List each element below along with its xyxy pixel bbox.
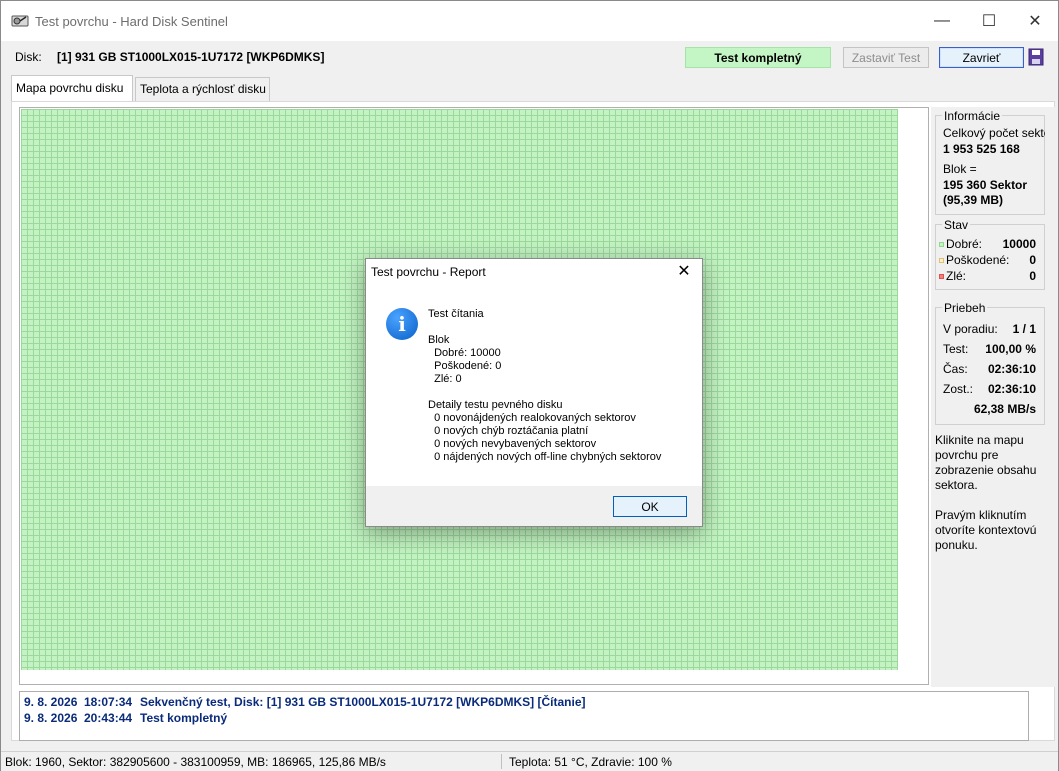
bad-value: 0 bbox=[1029, 269, 1036, 283]
stop-test-button[interactable]: Zastaviť Test bbox=[843, 47, 929, 68]
report-line: Blok bbox=[428, 334, 450, 346]
speed-value: 62,38 MB/s bbox=[973, 402, 1036, 416]
save-icon[interactable] bbox=[1028, 48, 1044, 66]
report-line: Dobré: 10000 bbox=[428, 347, 501, 359]
status-separator bbox=[501, 754, 502, 769]
maximize-button[interactable]: ☐ bbox=[965, 1, 1013, 41]
dialog-title: Test povrchu - Report bbox=[371, 265, 486, 279]
report-line: Test čítania bbox=[428, 308, 484, 320]
test-status-badge: Test kompletný bbox=[685, 47, 831, 68]
info-group: Informácie Celkový počet sektorov 1 953 … bbox=[935, 109, 1045, 215]
dialog-body: i Test čítania Blok Dobré: 10000 Poškode… bbox=[366, 289, 702, 486]
bad-marker-icon bbox=[939, 274, 944, 280]
damaged-legend: Poškodené: bbox=[939, 253, 1009, 267]
tab-temperature-speed[interactable]: Teplota a rýchlosť disku bbox=[135, 77, 270, 101]
progress-group-title: Priebeh bbox=[942, 301, 988, 315]
disk-label: Disk: bbox=[15, 50, 42, 64]
report-line: Zlé: 0 bbox=[428, 373, 462, 385]
log-entry: 9. 8. 2026 20:43:44 Test kompletný bbox=[24, 711, 228, 725]
maximize-icon: ☐ bbox=[981, 13, 997, 30]
remaining-label: Zost.: bbox=[943, 382, 974, 396]
time-value: 02:36:10 bbox=[987, 362, 1036, 376]
event-log[interactable]: 9. 8. 2026 18:07:34 Sekvenčný test, Disk: … bbox=[19, 691, 1029, 741]
test-value: 100,00 % bbox=[985, 342, 1036, 356]
close-button[interactable]: Zavrieť bbox=[939, 47, 1024, 68]
report-line: 0 novonájdených realokovaných sektorov bbox=[428, 412, 636, 424]
report-line: 0 nových chýb roztáčania platní bbox=[428, 425, 589, 437]
block-sectors: 195 360 Sektor bbox=[943, 178, 1028, 192]
order-value: 1 / 1 bbox=[1012, 322, 1036, 336]
dialog-close-button[interactable]: ✕ bbox=[672, 261, 696, 281]
status-block-info: Blok: 1960, Sektor: 382905600 - 38310095… bbox=[5, 755, 386, 769]
title-bar[interactable]: Test povrchu - Hard Disk Sentinel — ☐ ✕ bbox=[1, 1, 1058, 41]
context-menu-hint: Pravým kliknutím otvoríte kontextovú pon… bbox=[935, 508, 1037, 552]
close-window-button[interactable]: ✕ bbox=[1011, 1, 1059, 41]
report-line: Poškodené: 0 bbox=[428, 360, 502, 372]
close-icon: ✕ bbox=[1028, 13, 1042, 30]
window-title: Test povrchu - Hard Disk Sentinel bbox=[35, 14, 228, 29]
report-dialog: Test povrchu - Report ✕ i Test čítania B… bbox=[365, 258, 703, 527]
total-sectors-label: Celkový počet sektorov bbox=[943, 126, 1045, 140]
block-size: (95,39 MB) bbox=[943, 193, 1004, 207]
order-label: V poradiu: bbox=[943, 322, 998, 336]
total-sectors-value: 1 953 525 168 bbox=[943, 142, 1020, 156]
minimize-button[interactable]: — bbox=[918, 1, 966, 41]
progress-group: Priebeh V poradiu: 1 / 1 Test: 100,00 % … bbox=[935, 301, 1045, 425]
report-line: 0 nových nevybavených sektorov bbox=[428, 438, 597, 450]
minimize-icon: — bbox=[934, 12, 950, 29]
app-window: Test povrchu - Hard Disk Sentinel — ☐ ✕ … bbox=[0, 0, 1059, 771]
ok-button[interactable]: OK bbox=[613, 496, 687, 517]
good-legend: Dobré: bbox=[939, 237, 982, 251]
tab-surface-map[interactable]: Mapa povrchu disku bbox=[11, 75, 133, 101]
disk-name: [1] 931 GB ST1000LX015-1U7172 [WKP6DMKS] bbox=[57, 50, 325, 64]
state-group: Stav Dobré: 10000 Poškodené: 0 Zlé: 0 bbox=[935, 218, 1045, 290]
bad-legend: Zlé: bbox=[939, 269, 966, 283]
dialog-footer: OK bbox=[366, 486, 702, 526]
info-group-title: Informácie bbox=[942, 109, 1003, 123]
status-bar: Blok: 1960, Sektor: 382905600 - 38310095… bbox=[1, 751, 1058, 771]
time-label: Čas: bbox=[943, 362, 968, 376]
test-label: Test: bbox=[943, 342, 969, 356]
remaining-value: 02:36:10 bbox=[987, 382, 1036, 396]
app-icon bbox=[11, 15, 29, 27]
map-hint: Kliknite na mapu povrchu pre zobrazenie … bbox=[935, 433, 1037, 492]
damaged-marker-icon bbox=[939, 258, 944, 264]
log-entry: 9. 8. 2026 18:07:34 Sekvenčný test, Disk: … bbox=[24, 695, 586, 709]
block-label: Blok = bbox=[943, 162, 977, 176]
state-group-title: Stav bbox=[942, 218, 971, 232]
status-temperature-health: Teplota: 51 °C, Zdravie: 100 % bbox=[509, 755, 672, 769]
toolbar: Disk: [1] 931 GB ST1000LX015-1U7172 [WKP… bbox=[1, 41, 1058, 73]
report-line: 0 nájdených nových off-line chybných sek… bbox=[428, 451, 662, 463]
good-value: 10000 bbox=[1002, 237, 1036, 251]
good-marker-icon bbox=[939, 242, 944, 248]
report-line: Detaily testu pevného disku bbox=[428, 399, 563, 411]
info-icon: i bbox=[386, 308, 418, 340]
damaged-value: 0 bbox=[1029, 253, 1036, 267]
side-panel: Informácie Celkový počet sektorov 1 953 … bbox=[931, 107, 1055, 687]
close-icon: ✕ bbox=[677, 263, 691, 280]
